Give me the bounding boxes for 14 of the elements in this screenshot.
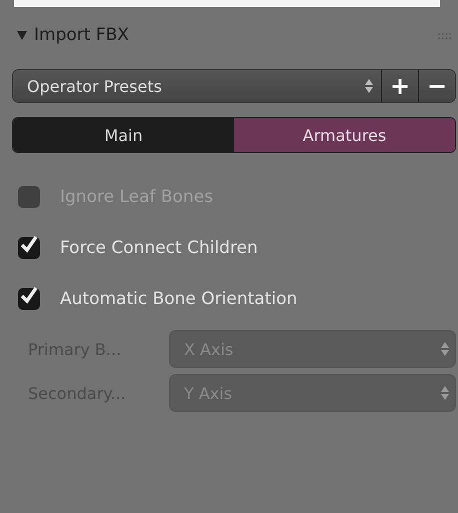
panel-title: Import FBX	[34, 25, 129, 45]
collapse-triangle-icon[interactable]	[16, 29, 28, 41]
tab[interactable]: Armatures	[234, 118, 455, 152]
checkbox[interactable]	[18, 288, 40, 310]
up-down-arrows-icon	[441, 386, 449, 400]
checkbox-label: Force Connect Children	[60, 238, 258, 258]
remove-preset-button[interactable]: −	[418, 70, 455, 102]
up-down-arrows-icon	[365, 79, 373, 93]
tab[interactable]: Main	[13, 118, 234, 152]
checkbox[interactable]	[18, 236, 40, 258]
up-down-arrows-icon	[441, 342, 449, 356]
checkbox-label: Automatic Bone Orientation	[60, 288, 298, 308]
add-preset-button[interactable]: +	[381, 70, 418, 102]
presets-dropdown[interactable]: Operator Presets	[13, 70, 381, 102]
